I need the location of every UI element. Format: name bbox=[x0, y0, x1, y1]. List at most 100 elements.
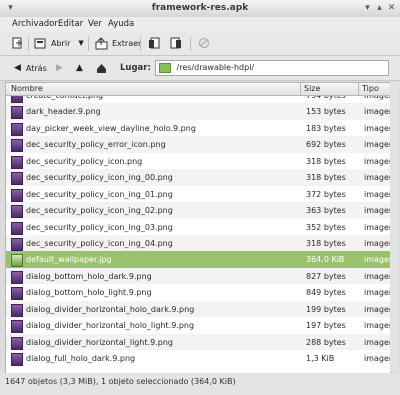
file-type: imagen PNG bbox=[364, 222, 391, 232]
image-file-icon bbox=[11, 106, 23, 120]
toolbar: Abrir ▼ Extraer bbox=[0, 32, 400, 56]
image-file-icon bbox=[11, 336, 23, 350]
title-bar[interactable]: ▾ framework-res.apk ▾ ▴ ✕ bbox=[0, 0, 400, 18]
file-name: dec_security_policy_icon_ing_01.png bbox=[26, 189, 173, 199]
file-type: imagen PNG bbox=[364, 206, 391, 216]
file-type: imagen PNG bbox=[364, 271, 391, 281]
image-file-icon bbox=[11, 155, 23, 169]
image-file-icon bbox=[11, 254, 23, 268]
file-type: imagen PNG bbox=[364, 156, 391, 166]
file-row[interactable]: day_picker_week_view_dayline_holo.9.png 1… bbox=[6, 120, 390, 136]
file-name: dec_security_policy_icon_ing_02.png bbox=[26, 206, 173, 216]
open-dropdown-icon[interactable]: ▼ bbox=[78, 39, 83, 47]
file-size: 318 bytes bbox=[306, 156, 346, 166]
image-file-icon bbox=[11, 270, 23, 284]
file-row[interactable]: dialog_bottom_holo_light.9.png 849 bytes i… bbox=[6, 284, 390, 301]
column-name-header[interactable]: Nombre bbox=[11, 84, 43, 93]
file-row[interactable]: dialog_divider_horizontal_holo_dark.9.pn… bbox=[6, 300, 390, 318]
file-size: 318 bytes bbox=[306, 238, 346, 248]
up-arrow-icon: ▲ bbox=[76, 63, 83, 73]
file-size: 363 bytes bbox=[306, 206, 346, 216]
stop-button[interactable] bbox=[198, 35, 210, 51]
folder-icon bbox=[159, 62, 171, 73]
file-size: 692 bytes bbox=[306, 140, 346, 150]
menu-archivador[interactable]: Archivador bbox=[12, 19, 58, 29]
add-files-icon bbox=[149, 37, 160, 48]
file-row[interactable]: dark_header.9.png 153 bytes imagen PNG bbox=[6, 103, 390, 120]
file-name: dialog_divider_horizontal_holo_light.9.p… bbox=[26, 321, 195, 331]
add-folder-button[interactable] bbox=[170, 35, 183, 51]
new-archive-button[interactable] bbox=[11, 35, 24, 51]
back-label: Atrás bbox=[25, 63, 47, 73]
file-row[interactable]: dec_security_policy_error_icon.png 692 by… bbox=[6, 136, 390, 153]
menu-ayuda[interactable]: Ayuda bbox=[108, 19, 134, 29]
back-button[interactable]: ◀ Atrás bbox=[14, 60, 47, 76]
file-row[interactable]: default_wallpaper.jpg 364,0 KiB imagen JPE… bbox=[6, 251, 390, 268]
file-type: imagen PNG bbox=[364, 173, 391, 183]
file-size: 827 bytes bbox=[306, 271, 346, 281]
status-bar: 1647 objetos (3,3 MiB), 1 objeto selecci… bbox=[0, 373, 400, 395]
image-file-icon bbox=[11, 237, 23, 251]
file-size: 1,3 KiB bbox=[306, 354, 335, 363]
file-name: dec_security_policy_icon_ing_03.png bbox=[26, 222, 173, 232]
extract-button[interactable]: Extraer bbox=[95, 35, 141, 51]
stop-icon bbox=[198, 37, 210, 49]
file-type: imagen PNG bbox=[364, 337, 391, 347]
column-size-header[interactable]: Size bbox=[304, 84, 320, 93]
close-icon[interactable]: ✕ bbox=[386, 3, 397, 14]
file-name: dec_security_policy_icon_ing_00.png bbox=[26, 173, 173, 183]
file-name: dark_header.9.png bbox=[26, 107, 101, 117]
image-file-icon bbox=[11, 287, 23, 301]
menu-editar[interactable]: Editar bbox=[58, 19, 83, 29]
file-row[interactable]: dec_security_policy_icon.png 318 bytes ima… bbox=[6, 153, 390, 169]
extract-label: Extraer bbox=[112, 38, 142, 48]
file-name: dec_security_policy_icon_ing_04.png bbox=[26, 238, 173, 248]
file-row[interactable]: dec_security_policy_icon_ing_03.png 352 b… bbox=[6, 219, 390, 235]
file-type: imagen PNG bbox=[364, 354, 391, 363]
column-type-header[interactable]: Tipo bbox=[362, 84, 379, 93]
extract-icon bbox=[95, 36, 108, 49]
file-row[interactable]: dialog_full_holo_dark.9.png 1,3 KiB imagen… bbox=[6, 350, 390, 366]
location-label: Lugar: bbox=[120, 63, 151, 73]
archive-manager-window: ▾ framework-res.apk ▾ ▴ ✕ Archivador Edi… bbox=[0, 0, 400, 395]
file-list[interactable]: create_contact.png794 bytesimagen PNGdar… bbox=[5, 82, 391, 374]
menu-bar: Archivador Editar Ver Ayuda bbox=[0, 17, 400, 32]
file-row[interactable]: dec_security_policy_icon_ing_00.png 318 b… bbox=[6, 169, 391, 186]
file-name: dialog_bottom_holo_light.9.png bbox=[26, 288, 152, 298]
maximize-icon[interactable]: ▴ bbox=[374, 3, 385, 14]
file-size: 364,0 KiB bbox=[306, 255, 345, 265]
location-field[interactable]: /res/drawable-hdpi/ bbox=[155, 60, 389, 76]
file-row[interactable]: dec_security_policy_icon_ing_02.png 363 b… bbox=[6, 202, 391, 219]
file-size: 197 bytes bbox=[306, 321, 346, 331]
image-file-icon bbox=[11, 172, 23, 186]
location-path: /res/drawable-hdpi/ bbox=[176, 63, 255, 72]
file-row[interactable]: dialog_bottom_holo_dark.9.png 827 bytes im… bbox=[6, 267, 391, 285]
image-file-icon bbox=[11, 122, 23, 136]
minimize-icon[interactable]: ▾ bbox=[362, 3, 373, 14]
add-folder-icon bbox=[170, 37, 181, 48]
file-row[interactable]: dec_security_policy_icon_ing_04.png 318 b… bbox=[6, 234, 390, 252]
file-size: 372 bytes bbox=[306, 189, 346, 199]
open-button[interactable]: Abrir ▼ bbox=[34, 35, 84, 51]
file-type: imagen PNG bbox=[364, 123, 391, 133]
new-archive-icon bbox=[12, 37, 22, 48]
image-file-icon bbox=[11, 303, 23, 317]
file-name: dialog_divider_horizontal_light.9.png bbox=[26, 337, 173, 347]
menu-ver[interactable]: Ver bbox=[88, 19, 102, 29]
file-size: 849 bytes bbox=[306, 288, 346, 298]
file-name: default_wallpaper.jpg bbox=[26, 255, 112, 265]
forward-button[interactable]: ▶ bbox=[56, 60, 63, 76]
file-name: dec_security_policy_icon.png bbox=[26, 156, 143, 166]
home-button[interactable] bbox=[96, 60, 107, 76]
file-row[interactable]: dec_security_policy_icon_ing_01.png 372 b… bbox=[6, 186, 390, 202]
vertical-scrollbar[interactable] bbox=[390, 82, 399, 372]
file-name: dialog_bottom_holo_dark.9.png bbox=[26, 271, 152, 281]
file-size: 153 bytes bbox=[306, 107, 346, 117]
up-button[interactable]: ▲ bbox=[76, 60, 83, 76]
file-row[interactable]: dialog_divider_horizontal_holo_light.9.p… bbox=[6, 317, 390, 334]
file-size: 288 bytes bbox=[306, 337, 346, 347]
add-files-button[interactable] bbox=[148, 35, 161, 51]
file-row[interactable]: dialog_divider_horizontal_light.9.png 288… bbox=[6, 333, 391, 350]
home-icon bbox=[97, 63, 106, 73]
file-name: day_picker_week_view_dayline_holo.9.png bbox=[26, 123, 196, 133]
